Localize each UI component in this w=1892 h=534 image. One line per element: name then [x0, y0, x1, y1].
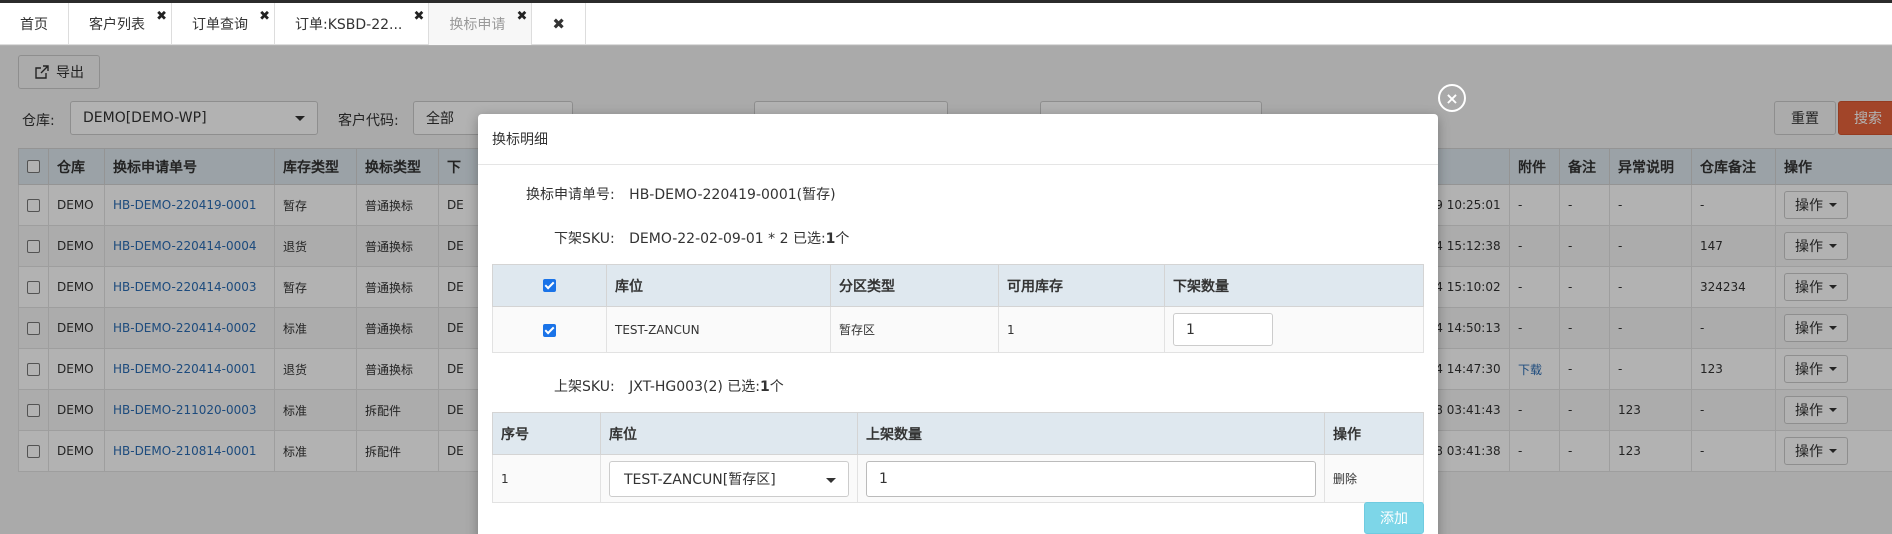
down-qty-input[interactable]: 1 [1173, 313, 1273, 346]
location-cell: TEST-ZANCUN[暂存区] [600, 454, 858, 503]
up-unit: 个 [769, 379, 784, 395]
tab-label: 客户列表 [89, 17, 145, 33]
request-no-row: 换标申请单号: HB-DEMO-220419-0001(暂存) [526, 184, 836, 204]
add-button[interactable]: 添加 [1364, 502, 1424, 534]
col-down-qty: 下架数量 [1164, 264, 1424, 307]
row-checkbox-cell[interactable] [492, 306, 607, 353]
up-location-select[interactable]: TEST-ZANCUN[暂存区] [609, 460, 849, 497]
tab-relabel-request[interactable]: 换标申请 ✖ [429, 3, 533, 45]
up-selected-count: 1 [760, 379, 770, 395]
up-qty-input[interactable]: 1 [866, 460, 1316, 497]
available-stock-cell: 1 [998, 306, 1165, 353]
tab-label: 订单:KSBD-22... [295, 17, 403, 33]
tab-customer-list[interactable]: 客户列表 ✖ [69, 3, 172, 45]
tab-label: 首页 [20, 17, 48, 33]
up-location-value: TEST-ZANCUN[暂存区] [624, 471, 776, 488]
up-sku-value: JXT-HG003(2) 已选: [629, 379, 760, 395]
col-zone-type: 分区类型 [830, 264, 999, 307]
col-available-stock: 可用库存 [998, 264, 1165, 307]
location-cell: TEST-ZANCUN [606, 306, 831, 353]
close-icon[interactable]: ✖ [413, 9, 424, 24]
up-qty-cell: 1 [857, 454, 1325, 503]
up-sku-row: 上架SKU: JXT-HG003(2) 已选:1个 [554, 376, 784, 396]
close-icon[interactable]: ✖ [259, 9, 270, 24]
relabel-detail-modal: 换标明细 换标申请单号: HB-DEMO-220419-0001(暂存) 下架S… [478, 114, 1438, 534]
seq-cell: 1 [492, 454, 601, 503]
up-sku-label: 上架SKU: [554, 379, 615, 395]
close-icon[interactable]: ✖ [516, 9, 527, 24]
delete-link[interactable]: 删除 [1324, 454, 1424, 503]
request-no-label: 换标申请单号: [526, 187, 615, 203]
tab-bar: 首页 客户列表 ✖ 订单查询 ✖ 订单:KSBD-22... ✖ 换标申请 ✖ ✖ [0, 3, 1892, 45]
col-action: 操作 [1324, 412, 1424, 455]
down-sku-value: DEMO-22-02-09-01 * 2 已选: [629, 231, 826, 247]
table-row: 1 TEST-ZANCUN[暂存区] 1 删除 [492, 454, 1424, 503]
up-location-table: 序号 库位 上架数量 操作 1 TEST-ZANCUN[暂存区] 1 删除 [492, 412, 1424, 503]
close-icon[interactable]: ✖ [156, 9, 167, 24]
select-all-checkbox-cell[interactable] [492, 264, 607, 307]
col-location: 库位 [600, 412, 858, 455]
col-seq: 序号 [492, 412, 601, 455]
down-unit: 个 [835, 231, 850, 247]
down-sku-row: 下架SKU: DEMO-22-02-09-01 * 2 已选:1个 [554, 228, 849, 248]
table-header-row: 库位 分区类型 可用库存 下架数量 [492, 264, 1424, 307]
table-row: TEST-ZANCUN 暂存区 1 1 [492, 306, 1424, 353]
down-qty-cell: 1 [1164, 306, 1424, 353]
tab-label: 订单查询 [192, 17, 248, 33]
chevron-down-icon [826, 477, 836, 483]
tab-home[interactable]: 首页 [0, 3, 69, 45]
table-header-row: 序号 库位 上架数量 操作 [492, 412, 1424, 455]
col-location: 库位 [606, 264, 831, 307]
modal-title: 换标明细 [478, 114, 1438, 165]
close-all-tabs-icon[interactable]: ✖ [532, 3, 586, 45]
tab-order-query[interactable]: 订单查询 ✖ [172, 3, 275, 45]
request-no-value: HB-DEMO-220419-0001(暂存) [629, 187, 836, 203]
tab-label: 换标申请 [449, 17, 506, 33]
row-checkbox[interactable] [543, 323, 556, 337]
tab-order-detail[interactable]: 订单:KSBD-22... ✖ [275, 3, 430, 45]
modal-close-icon[interactable]: × [1438, 84, 1466, 112]
down-selected-count: 1 [825, 231, 836, 247]
zone-type-cell: 暂存区 [830, 306, 999, 353]
col-up-qty: 上架数量 [857, 412, 1325, 455]
down-sku-label: 下架SKU: [554, 231, 615, 247]
select-all-checkbox[interactable] [543, 279, 556, 292]
down-location-table: 库位 分区类型 可用库存 下架数量 TEST-ZANCUN 暂存区 1 1 [492, 264, 1424, 353]
